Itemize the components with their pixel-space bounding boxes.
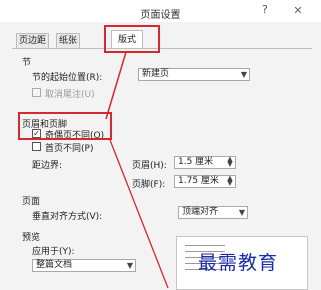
annotation-arrow-icon	[105, 51, 169, 289]
watermark-logo: 最需教育	[198, 252, 279, 274]
